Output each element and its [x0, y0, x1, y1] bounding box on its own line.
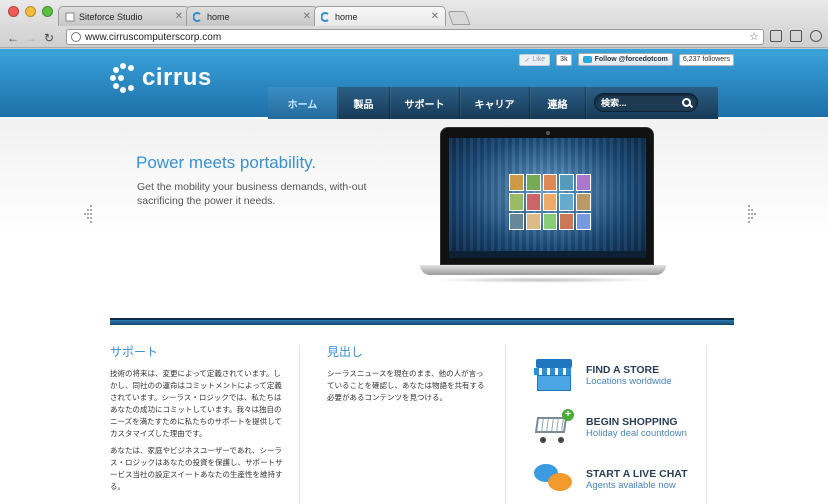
support-heading: サポート	[110, 345, 159, 359]
nav-support[interactable]: サポート	[390, 87, 460, 119]
tab-strip: Siteforce Studio ✕ home ✕ home ✕	[58, 6, 471, 26]
site-header: cirrus ✓ Like 3k Follow @forcedotcom 6,2…	[0, 49, 828, 119]
cta-subtitle: Locations worldwide	[586, 375, 672, 387]
cirrus-favicon-icon	[193, 11, 201, 22]
close-tab-icon[interactable]: ✕	[431, 11, 439, 22]
prev-slide-arrow-icon[interactable]	[84, 205, 94, 223]
cta-subtitle: Holiday deal countdown	[586, 427, 687, 439]
close-window-button[interactable]	[8, 6, 19, 17]
like-button[interactable]: ✓ Like	[519, 53, 551, 66]
twitter-bird-icon	[582, 56, 592, 63]
cart-icon: +	[532, 409, 576, 445]
search-icon[interactable]	[682, 98, 691, 107]
live-chat-link[interactable]: START A LIVE CHAT Agents available now	[532, 453, 707, 504]
tab-home-2[interactable]: home ✕	[314, 6, 446, 26]
nav-home[interactable]: ホーム	[268, 87, 338, 119]
close-tab-icon[interactable]: ✕	[303, 11, 311, 22]
tab-label: home	[207, 11, 230, 22]
twitter-follow-button[interactable]: Follow @forcedotcom	[577, 53, 673, 66]
cirrus-logo[interactable]: cirrus	[110, 63, 212, 93]
laptop-image	[420, 127, 666, 287]
like-label: Like	[532, 56, 546, 63]
back-arrow-icon[interactable]: ←	[6, 31, 20, 45]
next-slide-arrow-icon[interactable]	[748, 205, 758, 223]
forward-arrow-icon[interactable]: →	[24, 31, 38, 45]
cirrus-favicon-icon	[321, 11, 329, 22]
store-icon	[532, 357, 576, 393]
column-divider	[505, 345, 506, 504]
browser-chrome: Siteforce Studio ✕ home ✕ home ✕ ← → ↻ w…	[0, 0, 828, 48]
section-divider	[110, 318, 734, 325]
browser-toolbar: ← → ↻ www.cirruscomputerscorp.com ☆	[0, 27, 828, 48]
hero-banner: Power meets portability. Get the mobilit…	[0, 119, 828, 314]
cta-title: BEGIN SHOPPING	[586, 415, 678, 428]
window-controls	[8, 6, 53, 17]
address-bar[interactable]: www.cirruscomputerscorp.com ☆	[66, 29, 764, 45]
cta-title: FIND A STORE	[586, 363, 660, 376]
print-icon[interactable]	[790, 30, 802, 42]
thumbs-up-icon: ✓	[524, 56, 531, 64]
search-input[interactable]: 検索...	[594, 93, 698, 112]
settings-icon[interactable]	[810, 30, 822, 42]
cirrus-logo-icon	[110, 63, 136, 93]
support-paragraph-2: あなたは、家庭やビジネスユーザーであれ、シーラス・ロジックはあなたの投資を保護し…	[110, 446, 283, 491]
new-tab-button[interactable]	[447, 11, 471, 25]
close-tab-icon[interactable]: ✕	[175, 11, 183, 22]
headline-paragraph: シーラスニュースを現在のまま、他の人が言っていることを確認し、あなたは物語を共有…	[327, 369, 485, 402]
logo-text: cirrus	[142, 64, 212, 91]
nav-products[interactable]: 製品	[338, 87, 390, 119]
plus-icon: +	[562, 409, 574, 421]
nav-contact[interactable]: 連絡	[530, 87, 586, 119]
cta-title: START A LIVE CHAT	[586, 467, 688, 480]
tab-home-1[interactable]: home ✕	[186, 6, 318, 26]
cta-list: FIND A STORE Locations worldwide + BEGIN…	[532, 349, 707, 504]
reload-icon[interactable]: ↻	[42, 31, 56, 45]
url-text: www.cirruscomputerscorp.com	[85, 31, 222, 43]
followers-count: 6,237 followers	[678, 53, 734, 66]
support-paragraph-1: 技術の将来は、変更によって定義されています。しかし、同社のの運命はコミットメント…	[110, 369, 282, 438]
hero-title: Power meets portability.	[136, 153, 317, 172]
tab-siteforce-studio[interactable]: Siteforce Studio ✕	[58, 6, 190, 26]
minimize-window-button[interactable]	[25, 6, 36, 17]
chat-icon	[532, 461, 576, 497]
tab-label: Siteforce Studio	[79, 11, 143, 22]
follow-label: Follow @forcedotcom	[594, 56, 668, 63]
find-store-link[interactable]: FIND A STORE Locations worldwide	[532, 349, 707, 401]
tab-label: home	[335, 11, 358, 22]
hero-subtitle: Get the mobility your business demands, …	[137, 181, 367, 207]
page-icon	[65, 12, 75, 21]
headline-heading: 見出し	[327, 345, 364, 359]
column-divider	[299, 345, 300, 504]
main-nav: ホーム 製品 サポート キャリア 連絡 検索...	[268, 87, 718, 119]
toolbar-actions	[770, 30, 822, 42]
cta-subtitle: Agents available now	[586, 479, 676, 491]
bookmark-star-icon[interactable]: ☆	[749, 30, 759, 43]
globe-icon	[71, 32, 81, 42]
nav-careers[interactable]: キャリア	[460, 87, 530, 119]
zoom-window-button[interactable]	[42, 6, 53, 17]
search-placeholder: 検索...	[601, 98, 627, 108]
headline-column: 見出し シーラスニュースを現在のまま、他の人が言っていることを確認し、あなたは物…	[327, 343, 487, 409]
web-page: cirrus ✓ Like 3k Follow @forcedotcom 6,2…	[0, 49, 828, 504]
page-menu-icon[interactable]	[770, 30, 782, 42]
social-widgets: ✓ Like 3k Follow @forcedotcom 6,237 foll…	[519, 53, 734, 66]
like-count: 3k	[556, 53, 572, 66]
begin-shopping-link[interactable]: + BEGIN SHOPPING Holiday deal countdown	[532, 401, 707, 453]
support-column: サポート 技術の将来は、変更によって定義されています。しかし、同社のの運命はコミ…	[110, 343, 285, 498]
